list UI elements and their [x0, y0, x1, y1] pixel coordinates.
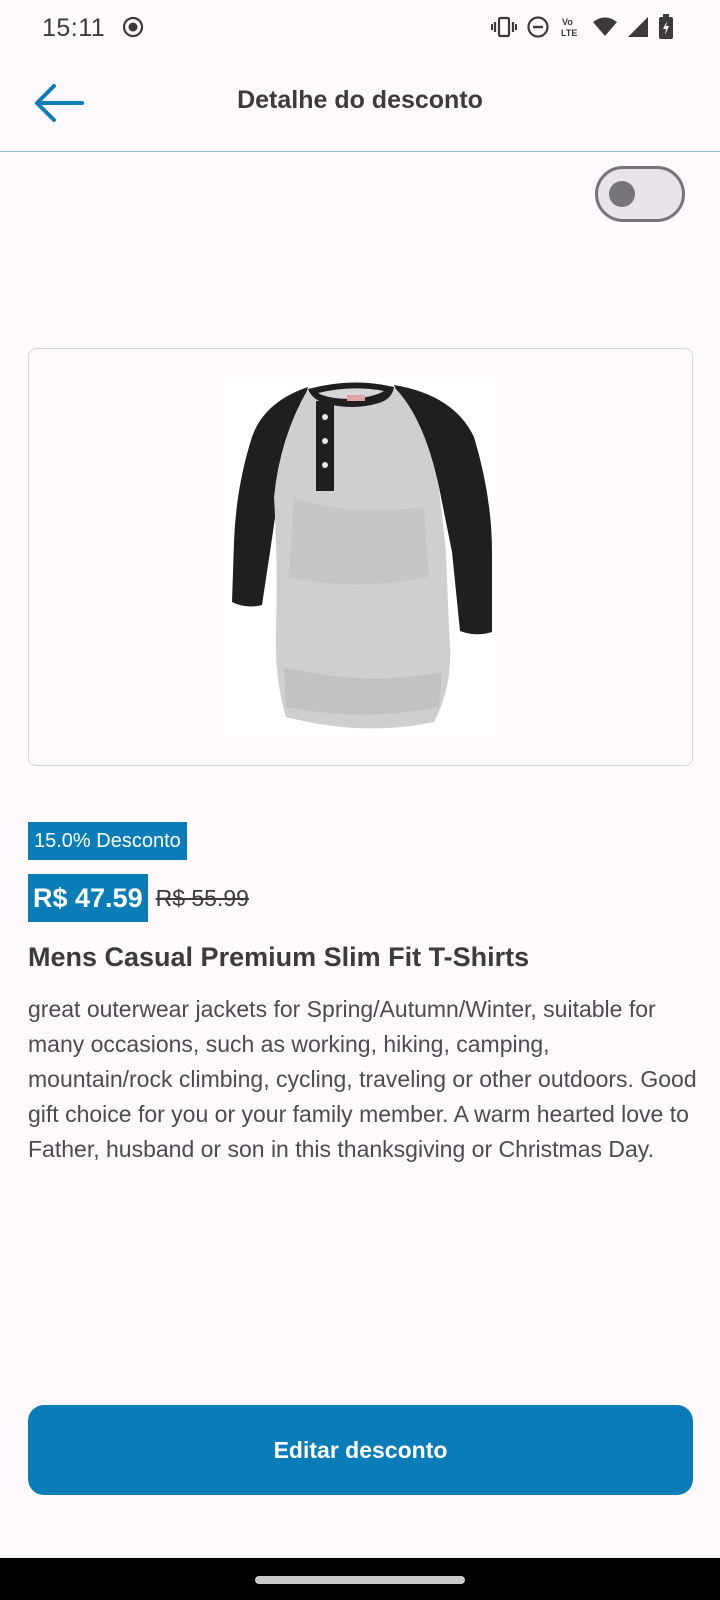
edit-discount-button[interactable]: Editar desconto — [28, 1405, 693, 1495]
navigation-bar — [0, 1558, 720, 1600]
page-title: Detalhe do desconto — [237, 86, 483, 114]
discount-detail-screen: 15:11 Vo LTE Detalhe do desconto 15.0% D… — [0, 0, 720, 1600]
vibrate-icon — [491, 15, 517, 44]
discount-badge: 15.0% Desconto — [28, 822, 187, 860]
shirt-image — [224, 377, 496, 737]
svg-text:Vo: Vo — [562, 17, 573, 27]
discounted-price: R$ 47.59 — [28, 874, 148, 922]
status-time: 15:11 — [42, 14, 106, 42]
svg-text:LTE: LTE — [561, 28, 577, 38]
do-not-disturb-icon — [526, 15, 550, 44]
battery-charging-icon — [658, 14, 674, 45]
status-bar: 15:11 Vo LTE — [0, 0, 720, 56]
cell-signal-icon — [627, 16, 649, 43]
product-title: Mens Casual Premium Slim Fit T-Shirts — [28, 942, 530, 972]
screen-record-icon — [121, 15, 145, 44]
price-row: R$ 47.59 R$ 55.99 — [28, 874, 249, 922]
home-gesture-handle[interactable] — [255, 1576, 465, 1584]
discount-active-toggle[interactable] — [595, 166, 685, 222]
wifi-icon — [592, 16, 618, 43]
toggle-knob — [609, 181, 635, 207]
app-bar: Detalhe do desconto — [0, 56, 720, 152]
original-price: R$ 55.99 — [155, 884, 249, 911]
product-image-card — [28, 348, 693, 766]
status-icons: Vo LTE — [491, 14, 674, 45]
volte-icon: Vo LTE — [559, 15, 583, 44]
product-description: great outerwear jackets for Spring/Autum… — [28, 996, 697, 1162]
